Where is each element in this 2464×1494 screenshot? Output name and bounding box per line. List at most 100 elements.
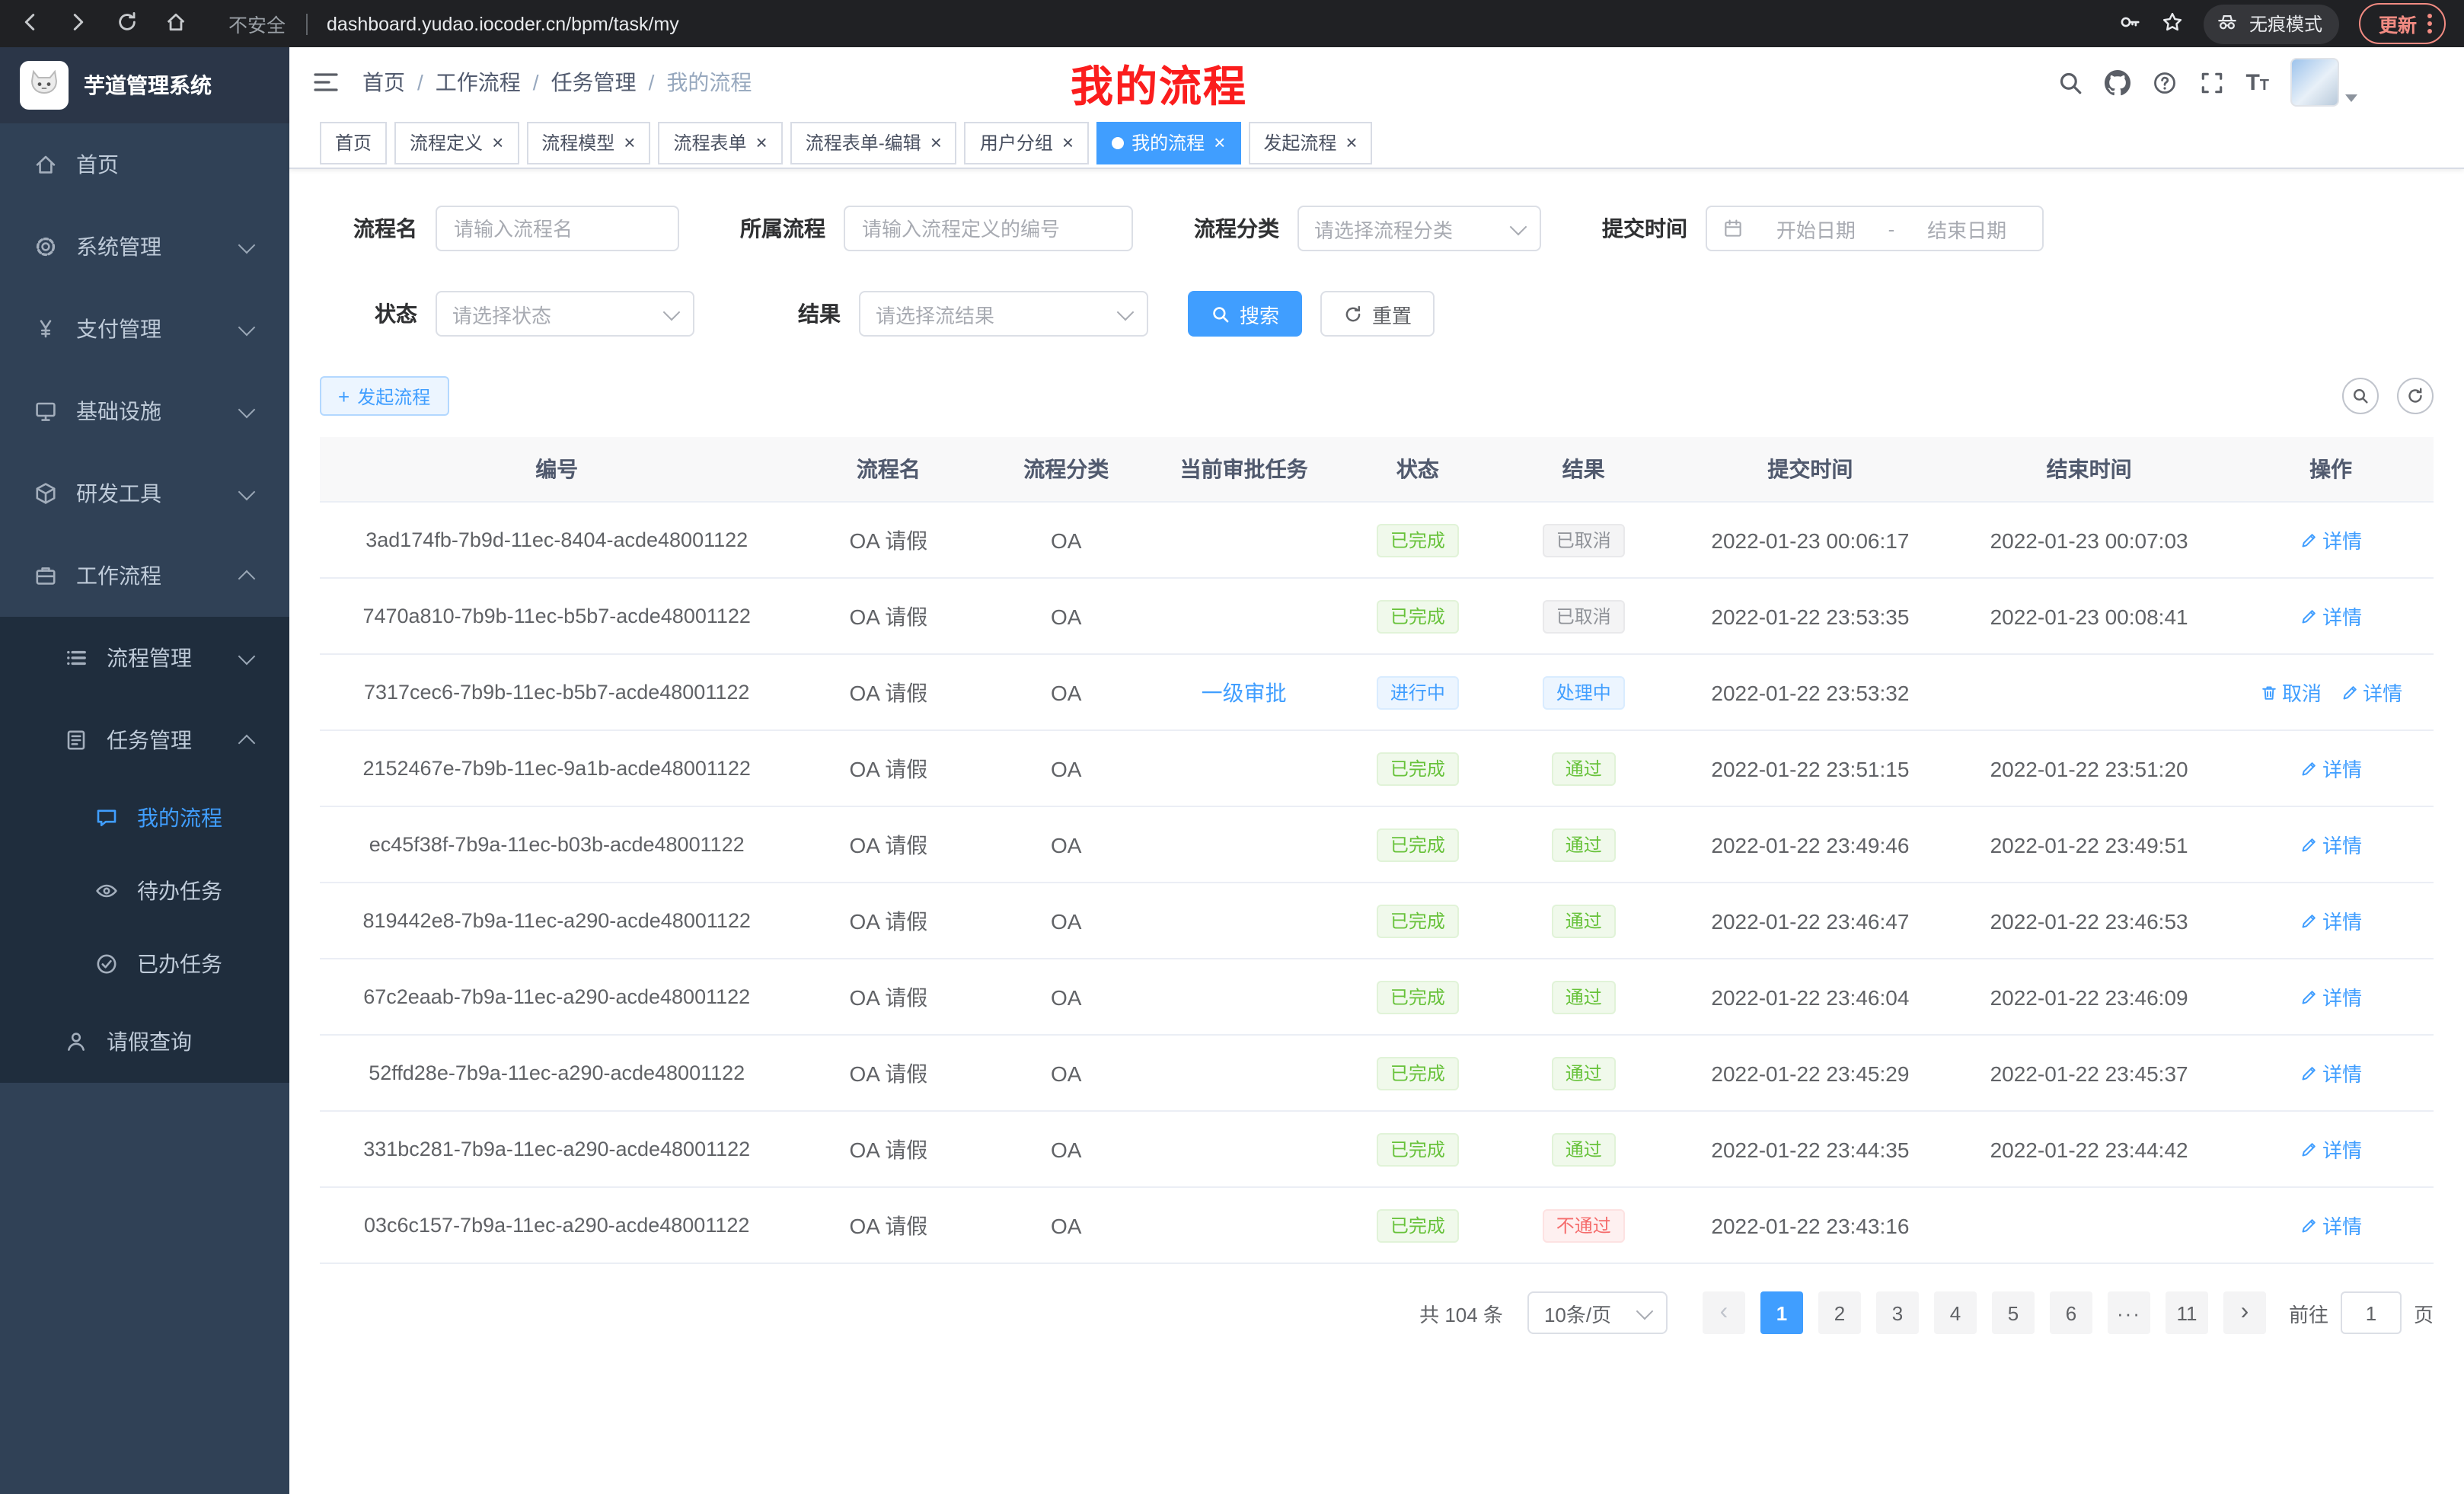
sidebar-item-7[interactable]: 任务管理 [0, 699, 289, 781]
help-icon[interactable] [2151, 69, 2177, 95]
search-button[interactable]: 搜索 [1188, 291, 1302, 337]
tab-2[interactable]: 流程模型× [526, 121, 650, 164]
action-label: 详情 [2322, 525, 2362, 554]
update-button[interactable]: 更新 [2359, 3, 2446, 44]
close-icon[interactable]: × [930, 132, 942, 152]
page-button-2[interactable]: 2 [1818, 1291, 1861, 1334]
breadcrumb-item-2[interactable]: 任务管理 [551, 67, 637, 97]
prev-page-button[interactable]: ‹ [1703, 1291, 1745, 1334]
create-process-button[interactable]: + 发起流程 [320, 376, 448, 416]
sidebar-item-5[interactable]: 工作流程 [0, 535, 289, 617]
category-label: 流程分类 [1173, 213, 1279, 244]
detail-action-link[interactable]: 详情 [2300, 1058, 2362, 1087]
user-menu[interactable] [2290, 58, 2357, 107]
tab-5[interactable]: 用户分组× [965, 121, 1089, 164]
page-size-select[interactable]: 10条/页 [1527, 1291, 1668, 1334]
close-icon[interactable]: × [1062, 132, 1074, 152]
goto-page-input[interactable] [2341, 1291, 2402, 1334]
fullscreen-icon[interactable] [2198, 69, 2224, 95]
close-icon[interactable]: × [756, 132, 768, 152]
sidebar-item-9[interactable]: 待办任务 [0, 854, 289, 927]
detail-action-link[interactable]: 详情 [2300, 982, 2362, 1011]
page-button-5[interactable]: 5 [1992, 1291, 2035, 1334]
submit-time-label: 提交时间 [1581, 213, 1687, 244]
sidebar-item-8[interactable]: 我的流程 [0, 781, 289, 854]
forward-icon[interactable] [67, 10, 90, 37]
row-id-text: ec45f38f-7b9a-11ec-b03b-acde48001122 [369, 833, 745, 856]
sidebar-item-4[interactable]: 研发工具 [0, 452, 289, 535]
close-icon[interactable]: × [1214, 132, 1225, 152]
reload-icon[interactable] [116, 10, 139, 37]
tab-3[interactable]: 流程表单× [658, 121, 782, 164]
detail-action-link[interactable]: 详情 [2300, 754, 2362, 783]
breadcrumb-item-0[interactable]: 首页 [362, 67, 405, 97]
sidebar-item-2[interactable]: 支付管理 [0, 288, 289, 370]
show-search-icon[interactable] [2342, 378, 2379, 414]
tab-4[interactable]: 流程表单-编辑× [790, 121, 957, 164]
page-button-6[interactable]: 6 [2050, 1291, 2092, 1334]
row-status: 已完成 [1339, 1111, 1496, 1187]
action-label: 详情 [2322, 754, 2362, 783]
browser-home-icon[interactable] [164, 10, 187, 37]
page-button-1[interactable]: 1 [1760, 1291, 1803, 1334]
category-select[interactable]: 请选择流程分类 [1297, 206, 1541, 251]
edit-icon [2300, 988, 2318, 1006]
address-bar[interactable]: 不安全 dashboard.yudao.iocoder.cn/bpm/task/… [221, 9, 679, 38]
refresh-table-icon[interactable] [2397, 378, 2434, 414]
pagination-ellipsis[interactable]: ··· [2108, 1291, 2150, 1334]
row-end-time-text: 2022-01-22 23:46:09 [1990, 985, 2188, 1009]
detail-action-link[interactable]: 详情 [2300, 602, 2362, 630]
result-tag: 处理中 [1543, 675, 1625, 709]
key-icon[interactable] [2118, 10, 2141, 37]
detail-action-link[interactable]: 详情 [2300, 830, 2362, 859]
page-button-11[interactable]: 11 [2166, 1291, 2208, 1334]
menu-dots-icon[interactable] [2427, 14, 2432, 34]
close-icon[interactable]: × [492, 132, 503, 152]
row-end-time [1950, 654, 2228, 730]
cancel-action-link[interactable]: 取消 [2259, 678, 2322, 707]
current-task-link[interactable]: 一级审批 [1202, 680, 1287, 704]
sidebar-item-0[interactable]: 首页 [0, 123, 289, 206]
home-icon [32, 152, 59, 177]
detail-action-link[interactable]: 详情 [2300, 525, 2362, 554]
reset-button[interactable]: 重置 [1320, 291, 1435, 337]
row-result: 通过 [1497, 883, 1671, 959]
row-category: OA [983, 1187, 1149, 1263]
breadcrumb-item-1[interactable]: 工作流程 [436, 67, 521, 97]
process-def-input[interactable] [844, 206, 1133, 251]
tab-1[interactable]: 流程定义× [394, 121, 519, 164]
tab-0[interactable]: 首页 [320, 121, 387, 164]
tab-6[interactable]: 我的流程× [1096, 121, 1240, 164]
detail-action-link[interactable]: 详情 [2300, 906, 2362, 935]
sidebar-toggle-icon[interactable] [289, 69, 362, 96]
status-select[interactable]: 请选择状态 [436, 291, 694, 337]
page-button-4[interactable]: 4 [1934, 1291, 1977, 1334]
detail-action-link[interactable]: 详情 [2300, 1211, 2362, 1240]
result-select[interactable]: 请选择流结果 [859, 291, 1148, 337]
close-icon[interactable]: × [624, 132, 635, 152]
row-category: OA [983, 502, 1149, 578]
reset-button-label: 重置 [1372, 299, 1412, 328]
tab-7[interactable]: 发起流程× [1248, 121, 1372, 164]
close-icon[interactable]: × [1345, 132, 1357, 152]
detail-action-link[interactable]: 详情 [2340, 678, 2402, 707]
sidebar-item-6[interactable]: 流程管理 [0, 617, 289, 699]
sidebar-item-1[interactable]: 系统管理 [0, 206, 289, 288]
process-name-input[interactable] [436, 206, 679, 251]
next-page-button[interactable]: › [2223, 1291, 2266, 1334]
search-icon[interactable] [2057, 69, 2083, 95]
sidebar-item-10[interactable]: 已办任务 [0, 927, 289, 1001]
sidebar-item-3[interactable]: 基础设施 [0, 370, 289, 452]
font-size-icon[interactable]: TT [2245, 69, 2269, 95]
submit-time-range-picker[interactable]: 开始日期 - 结束日期 [1706, 206, 2044, 251]
detail-action-link[interactable]: 详情 [2300, 1135, 2362, 1164]
github-icon[interactable] [2104, 69, 2130, 95]
sidebar-item-11[interactable]: 请假查询 [0, 1001, 289, 1083]
avatar[interactable] [2290, 58, 2339, 107]
incognito-badge[interactable]: 无痕模式 [2204, 4, 2339, 43]
back-icon[interactable] [18, 10, 41, 37]
page-button-3[interactable]: 3 [1876, 1291, 1919, 1334]
sidebar: 芋道管理系统 首页系统管理支付管理基础设施研发工具工作流程流程管理任务管理我的流… [0, 47, 289, 1494]
yen-icon [32, 317, 59, 341]
bookmark-star-icon[interactable] [2161, 10, 2184, 37]
